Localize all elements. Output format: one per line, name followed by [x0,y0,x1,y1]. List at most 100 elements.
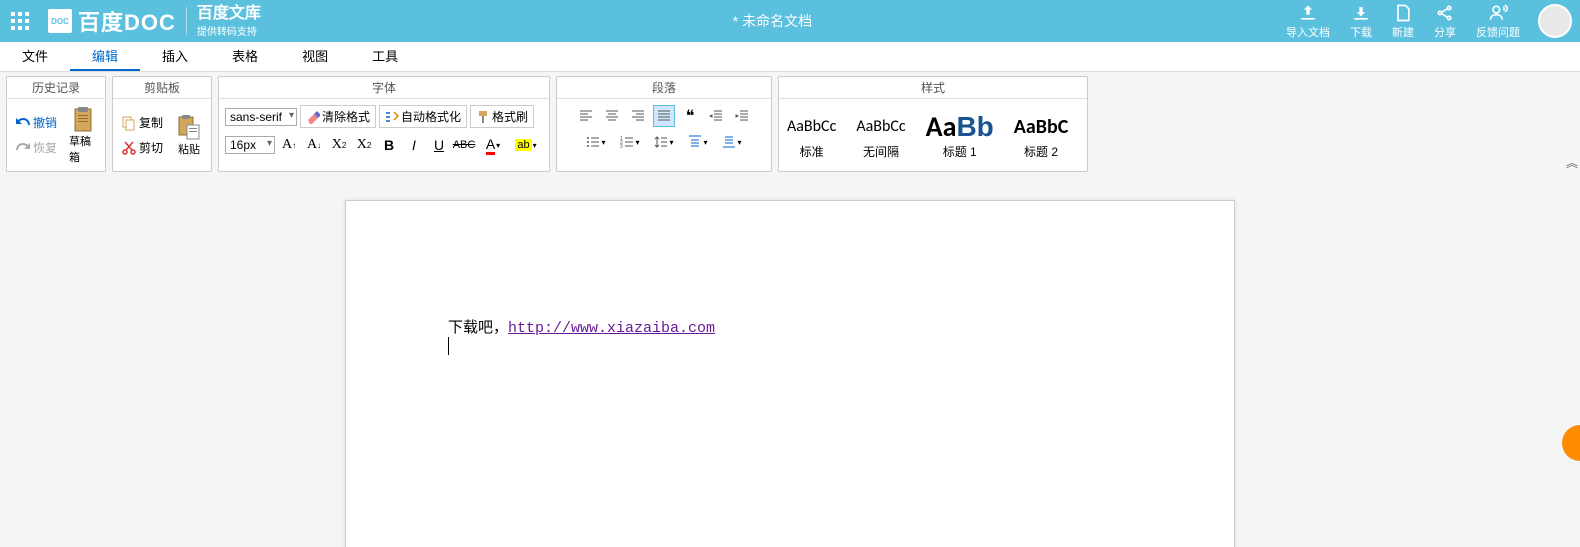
auto-format-label: 自动格式化 [401,108,461,125]
paste-button[interactable]: 粘贴 [169,111,209,159]
redo-label: 恢复 [33,139,57,156]
align-justify-button[interactable] [653,105,675,127]
bullet-list-button[interactable] [581,131,611,153]
menu-view[interactable]: 视图 [280,42,350,71]
font-color-button[interactable]: A [478,134,508,156]
logo-text-wenku: 百度文库 [197,5,261,22]
draft-label: 草稿箱 [69,133,97,165]
ribbon-toolbar: 历史记录 撤销 恢复 草稿箱 剪贴板 [0,72,1580,176]
doc-link[interactable]: http://www.xiazaiba.com [508,320,715,337]
group-clipboard-title: 剪贴板 [113,77,211,99]
menu-tools[interactable]: 工具 [350,42,420,71]
logo-separator [186,7,187,35]
undo-button[interactable]: 撤销 [11,112,61,133]
style-heading2[interactable]: AaBbC 标题 2 [1014,111,1069,160]
subscript-button[interactable]: X2 [353,134,375,156]
strikethrough-button[interactable]: ABC [453,134,475,156]
font-family-select[interactable]: sans-serif [225,108,297,126]
user-avatar[interactable] [1538,4,1572,38]
align-right-icon [631,109,645,123]
line-spacing-icon [654,135,668,149]
align-center-button[interactable] [601,105,623,127]
download-icon [1351,3,1371,23]
group-font-title: 字体 [219,77,549,99]
style-preview-normal: AaBbCc [787,111,836,143]
bold-button[interactable]: B [378,134,400,156]
clear-format-label: 清除格式 [322,108,370,125]
document-canvas[interactable]: 下载吧，http://www.xiazaiba.com [0,176,1580,547]
import-label: 导入文档 [1286,24,1330,40]
feedback-button[interactable]: 反馈问题 [1466,3,1530,40]
line-spacing-button[interactable] [649,131,679,153]
style-heading1[interactable]: AaBb 标题 1 [926,111,994,160]
apps-grid-button[interactable] [0,0,40,42]
header-actions: 导入文档 下载 新建 分享 反馈问题 [1276,3,1580,40]
font-grow-button[interactable]: A↑ [278,134,300,156]
cut-label: 剪切 [139,139,163,156]
format-painter-button[interactable]: 格式刷 [470,105,534,128]
group-styles-title: 样式 [779,77,1087,99]
auto-format-button[interactable]: 自动格式化 [379,105,467,128]
outdent-icon [709,109,723,123]
outdent-button[interactable] [705,105,727,127]
numbered-list-icon: 123 [620,135,634,149]
group-font: 字体 sans-serif 清除格式 自动格式化 格式刷 16px [218,76,550,172]
redo-icon [15,140,31,156]
app-header: DOC 百度DOC 百度文库 提供转码支持 * 未命名文档 导入文档 下载 新建… [0,0,1580,42]
format-painter-label: 格式刷 [492,108,528,125]
italic-button[interactable]: I [403,134,425,156]
menu-bar: 文件 编辑 插入 表格 视图 工具 [0,42,1580,72]
style-normal[interactable]: AaBbCc 标准 [787,111,836,160]
redo-button[interactable]: 恢复 [11,137,61,158]
share-button[interactable]: 分享 [1424,3,1466,40]
import-button[interactable]: 导入文档 [1276,3,1340,40]
document-page[interactable]: 下载吧，http://www.xiazaiba.com [345,200,1235,547]
style-preview-heading2: AaBbC [1014,111,1069,143]
align-right-button[interactable] [627,105,649,127]
document-content[interactable]: 下载吧，http://www.xiazaiba.com [448,316,1132,355]
spacing-after-button[interactable] [717,131,747,153]
group-clipboard: 剪贴板 复制 剪切 粘贴 [112,76,212,172]
document-title: * 未命名文档 [269,11,1276,31]
logo-subtitle: 提供转码支持 [197,23,261,38]
draft-button[interactable]: 草稿箱 [63,103,103,167]
indent-button[interactable] [731,105,753,127]
copy-icon [121,115,137,131]
clipboard-icon [69,105,97,133]
svg-text:3: 3 [620,144,623,149]
logo-area[interactable]: DOC 百度DOC 百度文库 提供转码支持 [40,5,269,38]
cut-button[interactable]: 剪切 [117,137,167,158]
style-nospacing[interactable]: AaBbCc 无间隔 [856,111,905,160]
paintbrush-icon [476,110,490,124]
numbered-list-button[interactable]: 123 [615,131,645,153]
font-size-select[interactable]: 16px [225,136,275,154]
align-justify-icon [657,109,671,123]
paste-label: 粘贴 [178,141,200,157]
group-paragraph-title: 段落 [557,77,771,99]
menu-insert[interactable]: 插入 [140,42,210,71]
highlight-button[interactable]: ab [511,134,541,156]
superscript-button[interactable]: X2 [328,134,350,156]
copy-button[interactable]: 复制 [117,112,167,133]
copy-label: 复制 [139,114,163,131]
new-button[interactable]: 新建 [1382,3,1424,40]
font-shrink-button[interactable]: A↓ [303,134,325,156]
quote-button[interactable]: ❝ [679,105,701,127]
collapse-ribbon-button[interactable]: ︽ [1566,154,1578,171]
paste-icon [175,113,203,141]
grid-icon [11,12,29,30]
download-button[interactable]: 下载 [1340,3,1382,40]
menu-edit[interactable]: 编辑 [70,42,140,71]
align-left-button[interactable] [575,105,597,127]
underline-button[interactable]: U [428,134,450,156]
group-history-title: 历史记录 [7,77,105,99]
menu-table[interactable]: 表格 [210,42,280,71]
style-heading2-label: 标题 2 [1024,143,1058,160]
auto-format-icon [385,110,399,124]
share-label: 分享 [1434,24,1456,40]
menu-file[interactable]: 文件 [0,42,70,71]
clear-format-button[interactable]: 清除格式 [300,105,376,128]
spacing-before-button[interactable] [683,131,713,153]
eraser-icon [306,110,320,124]
upload-icon [1298,3,1318,23]
